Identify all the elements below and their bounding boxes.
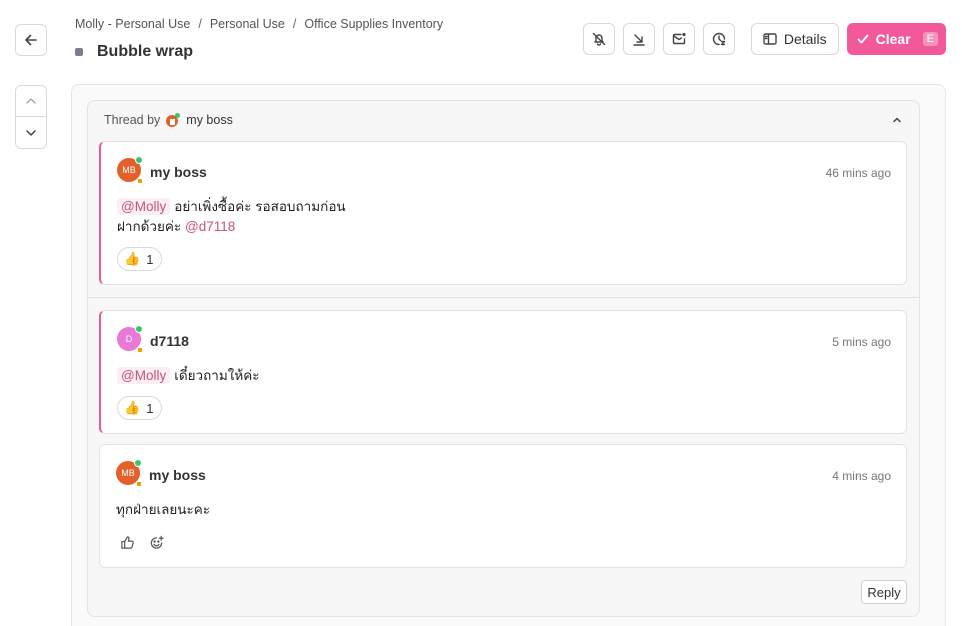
breadcrumb: Molly - Personal Use / Personal Use / Of…: [75, 17, 443, 31]
chevron-up-icon: [26, 98, 36, 104]
previous-button[interactable]: [16, 86, 46, 117]
snooze-button[interactable]: [702, 23, 735, 55]
add-reaction-icon[interactable]: [149, 535, 164, 550]
title-row: Bubble wrap: [75, 43, 193, 61]
details-button-label: Details: [783, 31, 827, 47]
thread-author[interactable]: my boss: [186, 113, 233, 127]
chevron-up-icon: [893, 117, 901, 123]
message-time: 46 mins ago: [825, 166, 891, 180]
thumbs-up-icon: 👍: [124, 400, 141, 415]
message-time: 4 mins ago: [832, 469, 891, 483]
mute-button[interactable]: [582, 23, 615, 55]
avatar-initials: D: [125, 334, 133, 344]
breadcrumb-separator: /: [198, 17, 202, 31]
check-icon: [857, 34, 869, 44]
reaction-actions: [120, 535, 164, 550]
arrow-left-icon: [25, 34, 37, 46]
online-indicator: [134, 459, 142, 467]
arrow-down-right-icon: [633, 34, 645, 46]
back-button[interactable]: [15, 24, 47, 56]
message-text: ฝากด้วยค่ะ: [117, 219, 182, 234]
message-text: ทุกฝ่ายเลยนะคะ: [116, 502, 211, 517]
avatar[interactable]: D: [117, 325, 143, 353]
breadcrumb-item[interactable]: Personal Use: [210, 17, 285, 31]
toolbar: Details Clear E: [582, 23, 946, 55]
thread-prefix: Thread by: [104, 113, 161, 127]
mention-link[interactable]: @d7118: [185, 219, 235, 234]
message-author[interactable]: my boss: [149, 467, 206, 483]
breadcrumb-item[interactable]: Molly - Personal Use: [75, 17, 190, 31]
message-card: D d7118 5 mins ago @Molly เดี๋ยวถามให้ค่ะ…: [99, 310, 907, 434]
message-body: @Molly อย่าเพิ่งซื้อค่ะ รอสอบถามก่อน ฝากด…: [117, 197, 346, 237]
reply-button[interactable]: Reply: [861, 580, 907, 604]
avatar[interactable]: MB: [116, 459, 142, 487]
message-author[interactable]: my boss: [150, 164, 207, 180]
reaction-chip[interactable]: 👍 1: [117, 247, 163, 271]
breadcrumb-separator: /: [292, 17, 297, 31]
reaction-count: 1: [146, 251, 154, 267]
bell-off-icon: [592, 32, 606, 46]
breadcrumb-item[interactable]: Office Supplies Inventory: [304, 17, 443, 31]
message-text: เดี๋ยวถามให้ค่ะ: [174, 368, 260, 383]
prev-next-navigator: [15, 85, 47, 149]
clear-button[interactable]: Clear E: [846, 23, 946, 55]
reaction-chip[interactable]: 👍 1: [117, 396, 163, 420]
status-square-icon: [75, 48, 83, 56]
mail-badge-icon: [672, 32, 686, 45]
mention-chip[interactable]: @Molly: [117, 198, 171, 215]
next-button[interactable]: [16, 117, 46, 148]
page-title: Bubble wrap: [97, 43, 194, 60]
reaction-count: 1: [146, 400, 154, 416]
side-panel-icon: [763, 33, 777, 45]
status-indicator: [137, 347, 143, 353]
online-indicator: [135, 156, 143, 164]
message-card: MB my boss 46 mins ago @Molly อย่าเพิ่งซื…: [99, 141, 907, 285]
move-to-done-button[interactable]: [622, 23, 655, 55]
avatar[interactable]: MB: [117, 156, 143, 184]
message-body: @Molly เดี๋ยวถามให้ค่ะ: [117, 366, 260, 386]
collapse-thread-button[interactable]: [889, 112, 905, 128]
app-logo-icon: [166, 113, 181, 127]
avatar-initials: MB: [122, 165, 136, 175]
clear-button-label: Clear: [875, 31, 911, 47]
status-indicator: [137, 178, 143, 184]
thread-header: Thread by my boss: [104, 112, 233, 128]
message-time: 5 mins ago: [832, 335, 891, 349]
message-body: ทุกฝ่ายเลยนะคะ: [116, 500, 210, 520]
avatar-initials: MB: [121, 468, 135, 478]
thumbs-up-icon: 👍: [124, 251, 141, 266]
thumbs-up-outline-icon[interactable]: [120, 535, 135, 550]
clock-snooze-icon: [712, 32, 726, 46]
mark-unread-button[interactable]: [662, 23, 695, 55]
message-text: อย่าเพิ่งซื้อค่ะ รอสอบถามก่อน: [174, 199, 346, 214]
message-card: MB my boss 4 mins ago ทุกฝ่ายเลยนะคะ: [99, 444, 907, 568]
mention-chip[interactable]: @Molly: [117, 367, 171, 384]
message-author[interactable]: d7118: [150, 333, 189, 349]
chevron-down-icon: [26, 129, 36, 136]
clear-shortcut-key: E: [922, 32, 938, 46]
online-indicator: [135, 325, 143, 333]
status-indicator: [136, 481, 142, 487]
details-button[interactable]: Details: [750, 23, 839, 55]
thread-divider: [88, 297, 919, 298]
